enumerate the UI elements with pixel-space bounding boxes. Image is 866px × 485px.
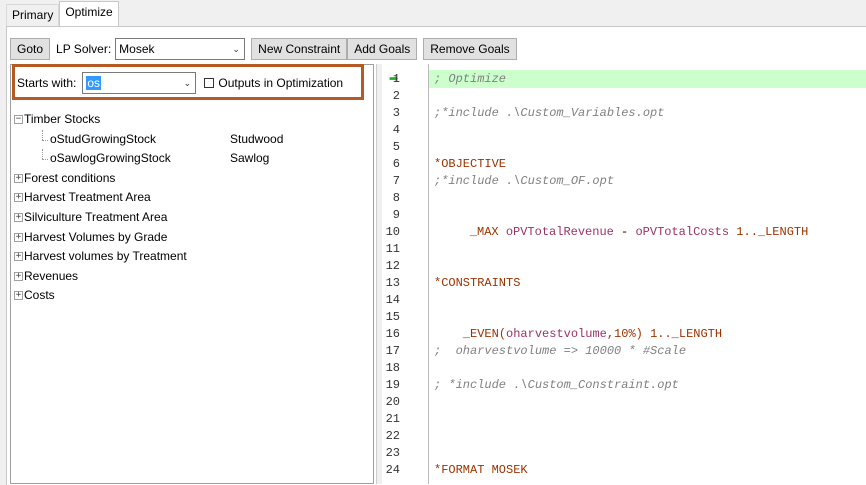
lp-solver-select[interactable]: Mosek ⌄	[115, 38, 246, 60]
line-number: 16	[385, 327, 400, 341]
new-constraint-button[interactable]: New Constraint	[251, 38, 348, 60]
line-number: 1	[392, 72, 400, 86]
expand-icon[interactable]: +	[14, 173, 23, 183]
line-number: 19	[385, 378, 400, 392]
lp-solver-label: LP Solver:	[56, 42, 112, 56]
output-tree: − Timber Stocks oStudGrowingStock Studwo…	[14, 110, 370, 306]
toolbar: Goto LP Solver: Mosek ⌄ New Constraint A…	[10, 36, 523, 62]
tree-node-forest-conditions[interactable]: + Forest conditions	[14, 169, 370, 189]
tree-node-silviculture-treatment-area[interactable]: + Silviculture Treatment Area	[14, 208, 370, 228]
goto-button[interactable]: Goto	[10, 38, 51, 60]
line-number: 13	[385, 276, 400, 290]
line-number: 21	[385, 412, 400, 426]
code-line-7: ;*include .\Custom_OF.opt	[434, 174, 615, 188]
tree-node-costs[interactable]: + Costs	[14, 286, 370, 306]
code-line-17: ; oharvestvolume => 10000 * #Scale	[434, 344, 687, 358]
collapse-icon[interactable]: −	[14, 115, 23, 124]
expand-icon[interactable]: +	[14, 271, 23, 281]
lp-solver-value: Mosek	[119, 42, 155, 56]
line-number: 4	[392, 123, 400, 137]
line-number: 7	[392, 174, 400, 188]
line-number: 18	[385, 361, 400, 375]
line-number: 5	[392, 140, 400, 154]
tree-node-timber-stocks[interactable]: − Timber Stocks	[14, 110, 370, 130]
tree-node-harvest-treatment-area[interactable]: + Harvest Treatment Area	[14, 188, 370, 208]
tab-optimize[interactable]: Optimize	[59, 1, 119, 26]
line-number: 8	[392, 191, 400, 205]
code-line-19: ; *include .\Custom_Constraint.opt	[434, 378, 679, 392]
expand-icon[interactable]: +	[14, 193, 23, 203]
line-number: 23	[385, 446, 400, 460]
line-number: 10	[385, 225, 400, 239]
line-number: 2	[392, 89, 400, 103]
line-number: 3	[392, 106, 400, 120]
pane-splitter[interactable]	[376, 64, 382, 484]
tree-node-revenues[interactable]: + Revenues	[14, 267, 370, 287]
tree-node-harvest-volumes-by-treatment[interactable]: + Harvest volumes by Treatment	[14, 247, 370, 267]
tab-bar: Primary Optimize	[6, 1, 119, 26]
remove-goals-button[interactable]: Remove Goals	[423, 38, 517, 60]
code-line-6: *OBJECTIVE	[434, 157, 507, 171]
filter-row: Starts with: os ⌄ Outputs in Optimizatio…	[17, 72, 344, 94]
starts-with-input[interactable]: os ⌄	[82, 72, 197, 94]
code-lines: ; Optimize ;*include .\Custom_Variables.…	[384, 71, 866, 484]
tab-primary[interactable]: Primary	[6, 4, 60, 26]
expand-icon[interactable]: +	[14, 291, 23, 301]
line-number: 6	[392, 157, 400, 171]
tree-leaf[interactable]: oSawlogGrowingStock Sawlog	[14, 149, 370, 169]
tree-node-harvest-volumes-by-grade[interactable]: + Harvest Volumes by Grade	[14, 228, 370, 248]
line-number: 12	[385, 259, 400, 273]
outputs-checkbox-label: Outputs in Optimization	[218, 76, 344, 90]
line-number: 24	[385, 463, 400, 477]
add-goals-button[interactable]: Add Goals	[347, 38, 418, 60]
line-number: 11	[385, 242, 400, 256]
line-number: 15	[385, 310, 400, 324]
outputs-checkbox[interactable]	[204, 78, 215, 88]
expand-icon[interactable]: +	[14, 212, 23, 222]
code-line-15: _EVEN(oharvestvolume,10%) 1.._LENGTH	[462, 327, 723, 341]
line-numbers: 1 2 3 4 5 6 7 8 9 10 11 12 13 14 15 16 17 18 19 20 21 22 23 24	[384, 71, 428, 484]
code-line-13: *CONSTRAINTS	[434, 276, 521, 290]
expand-icon[interactable]: +	[14, 232, 23, 242]
line-number: 22	[385, 429, 400, 443]
line-number: 9	[392, 208, 400, 222]
expand-icon[interactable]: +	[14, 252, 23, 262]
code-line-3: ;*include .\Custom_Variables.opt	[434, 106, 665, 120]
line-number: 20	[385, 395, 400, 409]
code-line-9: _MAX oPVTotalRevenue - oPVTotalCosts 1..…	[469, 225, 809, 239]
chevron-down-icon: ⌄	[232, 43, 240, 54]
tree-leaf[interactable]: oStudGrowingStock Studwood	[14, 129, 370, 150]
chevron-down-icon: ⌄	[183, 77, 192, 88]
line-number: 17	[385, 344, 400, 358]
code-line-1: ; Optimize	[434, 72, 507, 86]
starts-with-label: Starts with:	[17, 76, 77, 90]
line-number: 14	[385, 293, 400, 307]
code-line-24: *FORMAT MOSEK	[434, 463, 528, 477]
starts-with-value: os	[86, 76, 102, 90]
